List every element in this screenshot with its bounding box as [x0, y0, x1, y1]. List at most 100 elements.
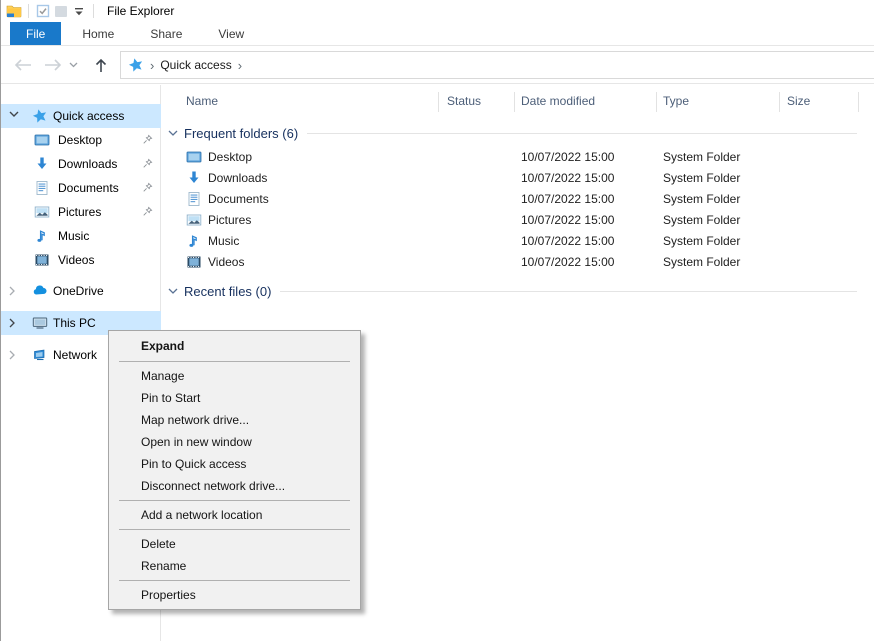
breadcrumb-chevron-icon[interactable]: ›: [238, 58, 242, 72]
file-type: System Folder: [663, 150, 740, 164]
desktop-icon: [34, 132, 50, 148]
menu-item-delete[interactable]: Delete: [109, 533, 360, 555]
address-box[interactable]: › Quick access ›: [120, 51, 874, 79]
menu-item-rename[interactable]: Rename: [109, 555, 360, 577]
column-divider[interactable]: [858, 92, 859, 112]
sidebar-item-documents[interactable]: Documents: [1, 176, 161, 200]
menu-item-disconnect-network-drive[interactable]: Disconnect network drive...: [109, 475, 360, 497]
recent-locations-icon[interactable]: [66, 62, 80, 68]
tab-view[interactable]: View: [203, 22, 259, 45]
sidebar-item-label: Network: [53, 348, 97, 362]
menu-item-pin-to-quick-access[interactable]: Pin to Quick access: [109, 453, 360, 475]
sidebar-item-onedrive[interactable]: OneDrive: [1, 279, 161, 303]
group-header-rule: [307, 133, 857, 134]
column-header-status[interactable]: Status: [447, 94, 481, 108]
file-explorer-window: File Explorer File Home Share View: [0, 0, 874, 641]
file-explorer-logo-icon: [5, 3, 23, 19]
column-header-size[interactable]: Size: [787, 94, 810, 108]
file-row-desktop[interactable]: Desktop 10/07/2022 15:00 System Folder: [162, 147, 874, 168]
file-date-modified: 10/07/2022 15:00: [521, 234, 614, 248]
chevron-right-icon[interactable]: [9, 350, 16, 360]
column-divider[interactable]: [779, 92, 780, 112]
sidebar-item-desktop[interactable]: Desktop: [1, 128, 161, 152]
forward-icon[interactable]: [42, 59, 64, 71]
sidebar-item-label: OneDrive: [53, 284, 104, 298]
group-header-frequent-folders[interactable]: Frequent folders (6): [162, 123, 857, 143]
file-type: System Folder: [663, 171, 740, 185]
menu-item-properties[interactable]: Properties: [109, 584, 360, 606]
customize-quick-access-toolbar-icon[interactable]: [70, 3, 88, 19]
pin-icon: [142, 134, 153, 145]
file-row-videos[interactable]: Videos 10/07/2022 15:00 System Folder: [162, 252, 874, 273]
menu-item-manage[interactable]: Manage: [109, 365, 360, 387]
menu-separator: [119, 580, 350, 581]
sidebar-item-pictures[interactable]: Pictures: [1, 200, 161, 224]
onedrive-icon: [32, 283, 48, 299]
quick-access-star-icon: [128, 57, 144, 73]
column-header-name[interactable]: Name: [186, 94, 218, 108]
column-divider[interactable]: [514, 92, 515, 112]
chevron-right-icon[interactable]: [9, 286, 16, 296]
sidebar-item-label: Pictures: [58, 205, 101, 219]
properties-check-icon[interactable]: [34, 3, 52, 19]
file-name: Desktop: [208, 150, 252, 164]
pin-icon: [142, 182, 153, 193]
address-bar: › Quick access ›: [1, 47, 874, 84]
new-folder-icon[interactable]: [52, 3, 70, 19]
chevron-down-icon[interactable]: [168, 130, 178, 137]
sidebar-item-videos[interactable]: Videos: [1, 248, 161, 272]
file-name: Pictures: [208, 213, 251, 227]
file-row-music[interactable]: Music 10/07/2022 15:00 System Folder: [162, 231, 874, 252]
breadcrumb-chevron-icon: ›: [150, 58, 154, 72]
titlebar-separator: [93, 4, 94, 18]
menu-item-add-network-location[interactable]: Add a network location: [109, 504, 360, 526]
tab-share[interactable]: Share: [135, 22, 197, 45]
documents-icon: [34, 180, 50, 196]
up-icon[interactable]: [90, 58, 112, 73]
chevron-down-icon[interactable]: [168, 288, 178, 295]
ribbon-tab-bar: File Home Share View: [1, 22, 874, 46]
tab-file[interactable]: File: [10, 22, 61, 45]
file-date-modified: 10/07/2022 15:00: [521, 213, 614, 227]
breadcrumb-location[interactable]: Quick access: [160, 58, 231, 72]
column-divider[interactable]: [438, 92, 439, 112]
sidebar-item-label: Music: [58, 229, 89, 243]
tab-home[interactable]: Home: [67, 22, 129, 45]
videos-icon: [186, 254, 202, 270]
file-row-pictures[interactable]: Pictures 10/07/2022 15:00 System Folder: [162, 210, 874, 231]
context-menu-this-pc: Expand Manage Pin to Start Map network d…: [108, 330, 361, 610]
pictures-icon: [34, 204, 50, 220]
this-pc-icon: [32, 315, 48, 331]
sidebar-item-quick-access[interactable]: Quick access: [1, 104, 161, 128]
column-divider[interactable]: [656, 92, 657, 112]
sidebar-item-downloads[interactable]: Downloads: [1, 152, 161, 176]
back-icon[interactable]: [12, 59, 34, 71]
menu-item-open-in-new-window[interactable]: Open in new window: [109, 431, 360, 453]
menu-item-map-network-drive[interactable]: Map network drive...: [109, 409, 360, 431]
quick-access-star-icon: [32, 108, 48, 124]
pin-icon: [142, 206, 153, 217]
sidebar-item-label: Videos: [58, 253, 94, 267]
file-type: System Folder: [663, 234, 740, 248]
file-name: Documents: [208, 192, 269, 206]
chevron-right-icon[interactable]: [9, 318, 16, 328]
sidebar-item-label: Downloads: [58, 157, 117, 171]
menu-separator: [119, 500, 350, 501]
pin-icon: [142, 158, 153, 169]
menu-item-pin-to-start[interactable]: Pin to Start: [109, 387, 360, 409]
downloads-icon: [34, 156, 50, 172]
sidebar-item-label: Desktop: [58, 133, 102, 147]
column-header-date-modified[interactable]: Date modified: [521, 94, 595, 108]
file-row-documents[interactable]: Documents 10/07/2022 15:00 System Folder: [162, 189, 874, 210]
column-header-type[interactable]: Type: [663, 94, 689, 108]
file-type: System Folder: [663, 213, 740, 227]
chevron-down-icon[interactable]: [9, 111, 19, 118]
file-row-downloads[interactable]: Downloads 10/07/2022 15:00 System Folder: [162, 168, 874, 189]
titlebar-separator: [28, 4, 29, 18]
group-header-label: Recent files (0): [184, 284, 271, 299]
music-icon: [186, 233, 202, 249]
sidebar-item-music[interactable]: Music: [1, 224, 161, 248]
menu-item-expand[interactable]: Expand: [109, 334, 360, 358]
documents-icon: [186, 191, 202, 207]
group-header-recent-files[interactable]: Recent files (0): [162, 281, 857, 301]
